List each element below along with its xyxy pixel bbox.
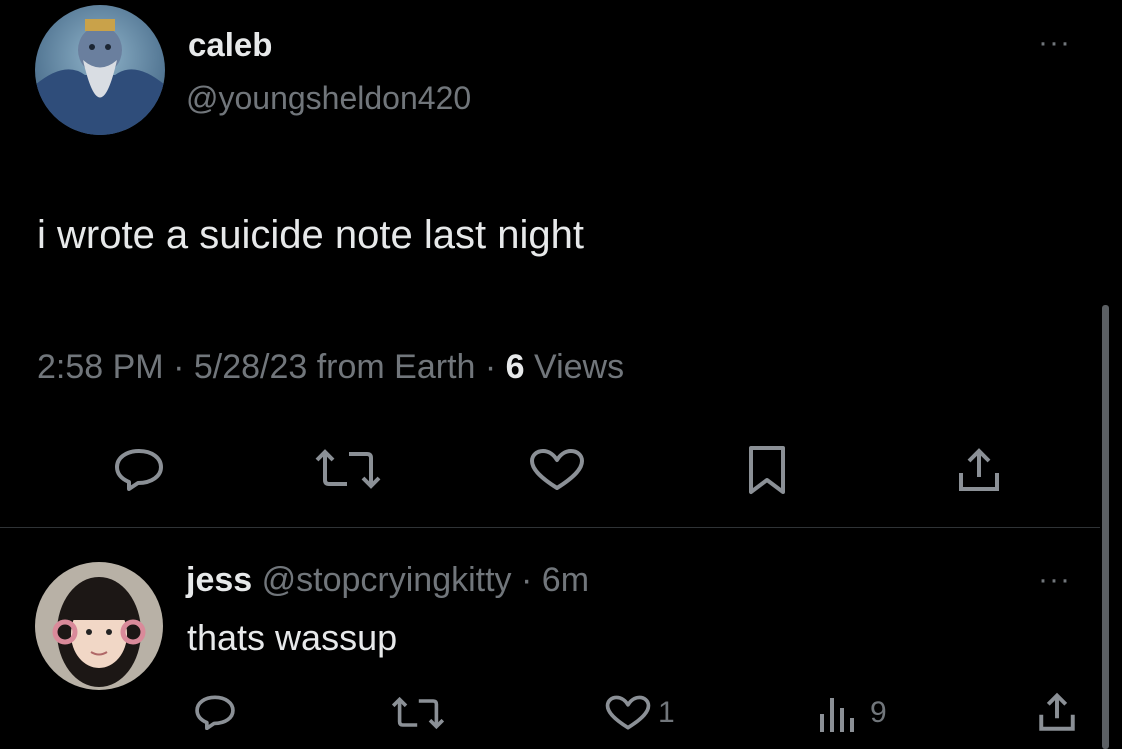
retweet-icon[interactable] xyxy=(313,448,383,490)
reply-text: thats wassup xyxy=(187,617,398,658)
scrollbar-thumb[interactable] xyxy=(1102,305,1109,749)
views-count: 6 xyxy=(505,348,525,386)
bookmark-icon[interactable] xyxy=(745,444,789,496)
reply-header: jess @stopcryingkitty · 6m xyxy=(186,561,589,600)
author-handle[interactable]: @youngsheldon420 xyxy=(186,80,471,117)
reply-views-icon[interactable] xyxy=(817,694,859,734)
author-name[interactable]: caleb xyxy=(188,26,272,64)
tweet-meta: 2:58 PM · 5/28/23 from Earth · 6 Views xyxy=(37,348,624,387)
reply-reply-icon[interactable] xyxy=(193,694,237,730)
divider xyxy=(0,527,1100,528)
reply-icon[interactable] xyxy=(112,447,166,491)
reply-author-handle[interactable]: @stopcryingkitty xyxy=(262,561,512,599)
share-icon[interactable] xyxy=(955,447,1003,495)
like-icon[interactable] xyxy=(528,448,586,492)
reply-like-icon[interactable] xyxy=(604,695,652,731)
reply-share-icon[interactable] xyxy=(1036,692,1078,734)
reply-more-options-icon[interactable]: ··· xyxy=(1038,565,1071,595)
reply-like-count: 1 xyxy=(658,696,675,729)
reply-retweet-icon[interactable] xyxy=(390,696,446,730)
reply-author-name[interactable]: jess xyxy=(186,561,252,599)
views-label: Views xyxy=(534,348,625,386)
tweet-timestamp: 2:58 PM · 5/28/23 from Earth · xyxy=(37,348,497,386)
more-options-icon[interactable]: ··· xyxy=(1038,28,1071,58)
reply-author-avatar[interactable] xyxy=(35,562,163,690)
reply-timestamp: · 6m xyxy=(521,561,590,599)
author-avatar[interactable] xyxy=(35,5,165,135)
tweet-text: i wrote a suicide note last night xyxy=(37,213,584,257)
reply-views-count: 9 xyxy=(870,696,887,729)
